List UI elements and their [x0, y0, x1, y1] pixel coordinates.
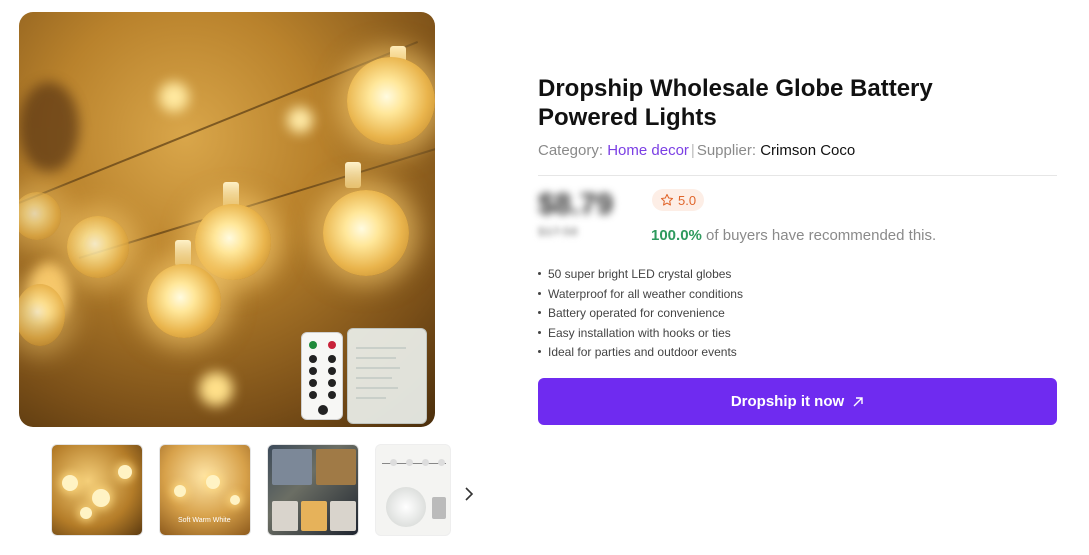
recommend-percent: 100.0%: [651, 227, 702, 244]
globe-bulb: [347, 57, 435, 145]
bokeh-light: [159, 82, 189, 112]
globe-cap: [345, 162, 361, 188]
feature-item: Easy installation with hooks or ties: [538, 325, 743, 345]
category-label: Category:: [538, 142, 604, 159]
thumbnail-product-diagram[interactable]: [375, 444, 451, 536]
feature-item: Battery operated for convenience: [538, 305, 743, 325]
battery-box: [347, 328, 427, 424]
main-product-image[interactable]: [19, 12, 435, 427]
bokeh-light: [287, 107, 313, 133]
chevron-right-icon: [465, 487, 474, 501]
feature-list: 50 super bright LED crystal globes Water…: [538, 266, 743, 364]
rating-badge: 5.0: [652, 189, 705, 211]
dropship-button[interactable]: Dropship it now: [538, 378, 1057, 425]
meta-separator: |: [690, 142, 695, 159]
bokeh-leaf: [19, 82, 79, 172]
old-price: $17.58: [538, 224, 578, 239]
globe-bulb: [19, 192, 61, 240]
supplier-name[interactable]: Crimson Coco: [760, 142, 855, 159]
globe-bulb: [19, 284, 65, 346]
feature-item: Ideal for parties and outdoor events: [538, 344, 743, 364]
globe-bulb: [67, 216, 129, 278]
thumbnail-warm-lights[interactable]: Soft Warm White: [159, 444, 251, 536]
price: $8.79: [538, 188, 614, 221]
thumbnail-strip: Soft Warm White: [51, 444, 451, 536]
arrow-up-right-icon: [853, 396, 863, 406]
bokeh-light: [199, 372, 233, 406]
globe-bulb: [147, 264, 221, 338]
globe-bulb: [323, 190, 409, 276]
dropship-button-label: Dropship it now: [730, 393, 845, 410]
feature-item: Waterproof for all weather conditions: [538, 286, 743, 306]
rating-value: 5.0: [678, 192, 697, 208]
globe-cap: [175, 240, 191, 266]
recommendation: 100.0% of buyers have recommended this.: [651, 227, 936, 244]
category-link[interactable]: Home decor: [607, 142, 689, 159]
remote-control: [301, 332, 343, 420]
product-meta: Category: Home decor | Supplier: Crimson C…: [538, 142, 855, 159]
supplier-label: Supplier:: [696, 142, 757, 159]
thumbnail-globe-lights-closeup[interactable]: [51, 444, 143, 536]
thumbnail-outdoor-scenes[interactable]: [267, 444, 359, 536]
divider: [538, 175, 1057, 176]
globe-bulb: [195, 204, 271, 280]
product-title: Dropship Wholesale Globe Battery Powered…: [538, 75, 933, 131]
recommend-text: of buyers have recommended this.: [706, 227, 937, 244]
thumbnail-caption: Soft Warm White: [178, 517, 231, 524]
feature-item: 50 super bright LED crystal globes: [538, 266, 743, 286]
next-thumbnail-button[interactable]: [462, 484, 476, 504]
star-outline-icon: [660, 193, 674, 206]
